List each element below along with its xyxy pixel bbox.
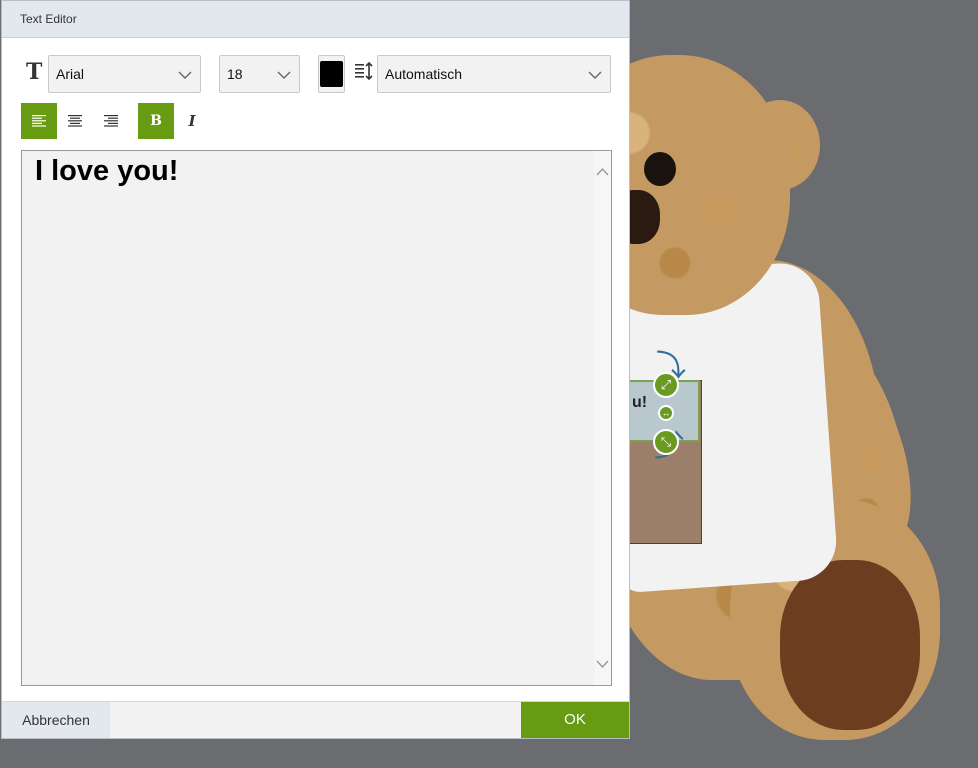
align-center-icon <box>68 115 82 127</box>
print-text: u! <box>632 394 648 411</box>
dialog-footer: Abbrechen OK <box>2 701 629 738</box>
move-handle-icon[interactable]: ↔ <box>658 405 674 421</box>
align-left-icon <box>32 115 46 127</box>
font-size-value: 18 <box>227 66 243 82</box>
font-family-select[interactable]: Arial <box>48 55 201 93</box>
line-height-select[interactable]: Automatisch <box>377 55 611 93</box>
align-center-button[interactable] <box>57 103 93 139</box>
bear-paw <box>780 560 920 730</box>
text-area[interactable]: I love you! <box>21 150 612 686</box>
italic-button[interactable]: I <box>174 103 210 139</box>
bold-button[interactable]: B <box>138 103 174 139</box>
text-color-picker[interactable] <box>318 55 345 93</box>
color-swatch <box>320 61 343 87</box>
align-left-button[interactable] <box>21 103 57 139</box>
bear-eye <box>644 152 676 186</box>
chevron-down-icon <box>277 71 291 79</box>
font-family-value: Arial <box>56 66 85 82</box>
cancel-button[interactable]: Abbrechen <box>2 702 110 738</box>
text-editor-dialog: Text Editor T Arial 18 Automatisch B I I… <box>1 0 630 739</box>
alignment-toolbar: B I <box>2 103 629 139</box>
resize-handle-icon[interactable]: ⤢ <box>653 372 679 398</box>
font-icon: T <box>26 59 43 85</box>
chevron-up-icon[interactable] <box>596 167 609 177</box>
chevron-down-icon[interactable] <box>596 659 609 669</box>
dialog-titlebar: Text Editor <box>2 1 629 38</box>
chevron-down-icon <box>178 71 192 79</box>
line-height-value: Automatisch <box>385 66 463 82</box>
line-height-icon <box>355 61 373 81</box>
scrollbar[interactable] <box>594 151 611 685</box>
align-right-icon <box>104 115 118 127</box>
editor-text: I love you! <box>35 155 179 187</box>
font-size-select[interactable]: 18 <box>219 55 300 93</box>
align-right-button[interactable] <box>93 103 129 139</box>
ok-button[interactable]: OK <box>521 702 629 738</box>
format-toolbar: T Arial 18 Automatisch <box>2 55 629 95</box>
chevron-down-icon <box>588 71 602 79</box>
resize-handle-icon[interactable]: ⤡ <box>653 429 679 455</box>
dialog-title: Text Editor <box>20 12 77 26</box>
